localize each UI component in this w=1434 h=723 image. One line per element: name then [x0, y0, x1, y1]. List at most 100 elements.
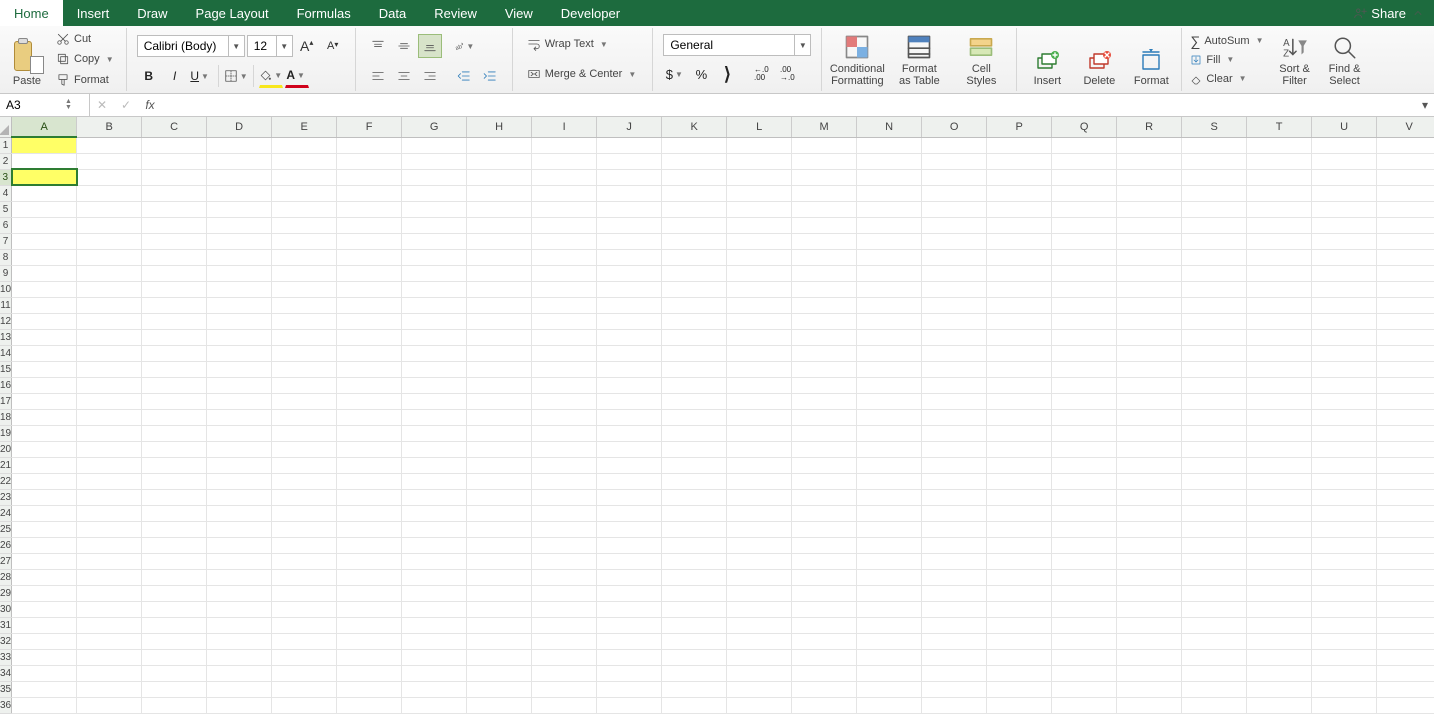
cell-O8[interactable] [922, 249, 987, 265]
cell-P12[interactable] [987, 313, 1052, 329]
cell-Q15[interactable] [1052, 361, 1117, 377]
cell-L21[interactable] [727, 457, 792, 473]
cell-D5[interactable] [207, 201, 272, 217]
cell-J34[interactable] [597, 665, 662, 681]
cell-T31[interactable] [1247, 617, 1312, 633]
cell-C19[interactable] [142, 425, 207, 441]
cell-D23[interactable] [207, 489, 272, 505]
cell-I7[interactable] [532, 233, 597, 249]
cell-F14[interactable] [337, 345, 402, 361]
cell-E9[interactable] [272, 265, 337, 281]
cell-R21[interactable] [1117, 457, 1182, 473]
cell-F26[interactable] [337, 537, 402, 553]
cell-I33[interactable] [532, 649, 597, 665]
cell-C34[interactable] [142, 665, 207, 681]
cell-C22[interactable] [142, 473, 207, 489]
cell-N23[interactable] [857, 489, 922, 505]
cell-U30[interactable] [1312, 601, 1377, 617]
cell-K6[interactable] [662, 217, 727, 233]
orientation-button[interactable]: ab▼ [452, 34, 476, 58]
cell-N30[interactable] [857, 601, 922, 617]
cell-J22[interactable] [597, 473, 662, 489]
cell-N7[interactable] [857, 233, 922, 249]
cell-B32[interactable] [77, 633, 142, 649]
cell-M19[interactable] [792, 425, 857, 441]
cell-V1[interactable] [1377, 137, 1434, 153]
cell-K15[interactable] [662, 361, 727, 377]
cell-V18[interactable] [1377, 409, 1434, 425]
cell-D3[interactable] [207, 169, 272, 185]
cell-F4[interactable] [337, 185, 402, 201]
cell-E19[interactable] [272, 425, 337, 441]
cell-P11[interactable] [987, 297, 1052, 313]
row-header-24[interactable]: 24 [0, 505, 12, 521]
cell-N33[interactable] [857, 649, 922, 665]
cell-F31[interactable] [337, 617, 402, 633]
cell-J19[interactable] [597, 425, 662, 441]
cell-S17[interactable] [1182, 393, 1247, 409]
cell-K27[interactable] [662, 553, 727, 569]
row-header-30[interactable]: 30 [0, 601, 12, 617]
cell-L26[interactable] [727, 537, 792, 553]
cell-D18[interactable] [207, 409, 272, 425]
align-center-button[interactable] [392, 64, 416, 88]
column-header-S[interactable]: S [1182, 117, 1247, 137]
bold-button[interactable]: B [137, 64, 161, 88]
cell-U11[interactable] [1312, 297, 1377, 313]
cell-L19[interactable] [727, 425, 792, 441]
cell-S33[interactable] [1182, 649, 1247, 665]
cell-D31[interactable] [207, 617, 272, 633]
cell-I17[interactable] [532, 393, 597, 409]
cell-I36[interactable] [532, 697, 597, 713]
cell-L13[interactable] [727, 329, 792, 345]
cell-M31[interactable] [792, 617, 857, 633]
cell-F12[interactable] [337, 313, 402, 329]
cell-F20[interactable] [337, 441, 402, 457]
cell-Q16[interactable] [1052, 377, 1117, 393]
cell-K24[interactable] [662, 505, 727, 521]
align-middle-button[interactable] [392, 34, 416, 58]
borders-button[interactable]: ▼ [224, 64, 248, 88]
row-header-32[interactable]: 32 [0, 633, 12, 649]
cell-M23[interactable] [792, 489, 857, 505]
cell-I30[interactable] [532, 601, 597, 617]
cell-R16[interactable] [1117, 377, 1182, 393]
cell-I14[interactable] [532, 345, 597, 361]
cell-D24[interactable] [207, 505, 272, 521]
row-header-34[interactable]: 34 [0, 665, 12, 681]
cell-S28[interactable] [1182, 569, 1247, 585]
cell-Q14[interactable] [1052, 345, 1117, 361]
column-header-F[interactable]: F [337, 117, 402, 137]
cell-I25[interactable] [532, 521, 597, 537]
chevron-down-icon[interactable]: ▼ [228, 36, 244, 56]
cell-T14[interactable] [1247, 345, 1312, 361]
cell-F33[interactable] [337, 649, 402, 665]
cell-L34[interactable] [727, 665, 792, 681]
cell-I12[interactable] [532, 313, 597, 329]
cell-S27[interactable] [1182, 553, 1247, 569]
cell-O33[interactable] [922, 649, 987, 665]
cell-G17[interactable] [402, 393, 467, 409]
cell-V4[interactable] [1377, 185, 1434, 201]
cell-L18[interactable] [727, 409, 792, 425]
cell-L5[interactable] [727, 201, 792, 217]
cell-Q6[interactable] [1052, 217, 1117, 233]
cell-L16[interactable] [727, 377, 792, 393]
cell-I28[interactable] [532, 569, 597, 585]
cell-T11[interactable] [1247, 297, 1312, 313]
cell-V17[interactable] [1377, 393, 1434, 409]
cell-O35[interactable] [922, 681, 987, 697]
cell-H20[interactable] [467, 441, 532, 457]
cell-B15[interactable] [77, 361, 142, 377]
cell-G21[interactable] [402, 457, 467, 473]
cell-P23[interactable] [987, 489, 1052, 505]
row-header-9[interactable]: 9 [0, 265, 12, 281]
cell-V23[interactable] [1377, 489, 1434, 505]
cell-L29[interactable] [727, 585, 792, 601]
cell-J26[interactable] [597, 537, 662, 553]
italic-button[interactable]: I [163, 64, 187, 88]
cell-N31[interactable] [857, 617, 922, 633]
cell-E6[interactable] [272, 217, 337, 233]
cell-A12[interactable] [12, 313, 77, 329]
cell-H8[interactable] [467, 249, 532, 265]
